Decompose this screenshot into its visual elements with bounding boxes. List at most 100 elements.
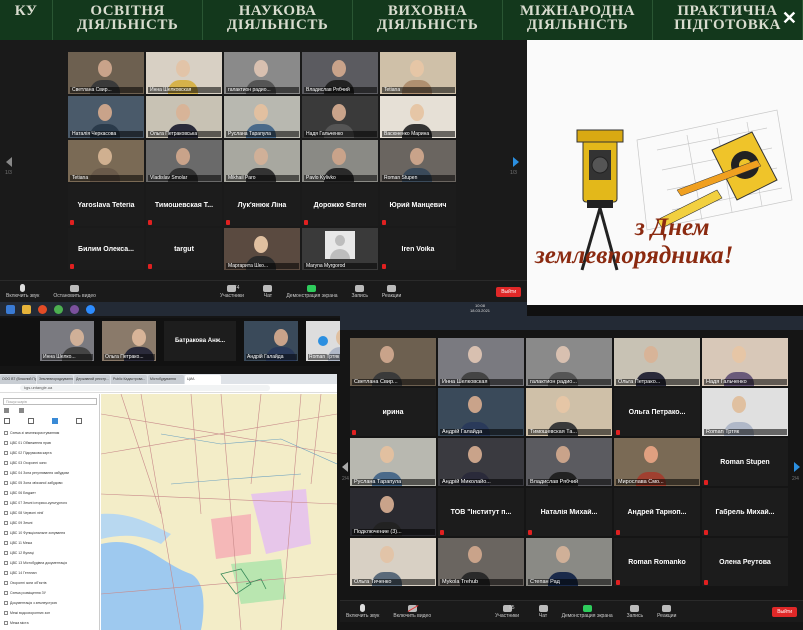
participant-tile[interactable]: ТОВ "Інститут п...	[438, 488, 524, 536]
cadastral-map[interactable]	[101, 394, 337, 630]
layer-checkbox[interactable]	[4, 491, 8, 496]
layer-checkbox[interactable]	[4, 571, 8, 576]
layer-item[interactable]: ЦВС 09 Землі	[4, 520, 96, 527]
participant-tile[interactable]: targut	[146, 228, 222, 270]
record-button[interactable]: Запись	[627, 604, 643, 619]
nav-item-0[interactable]: ку	[0, 0, 54, 40]
layer-item[interactable]: ЦВС 07 Землі історико-культурного	[4, 500, 96, 507]
layer-checkbox[interactable]	[4, 461, 8, 466]
participant-tile[interactable]: Маргарита Шко...	[224, 228, 300, 270]
layer-item[interactable]: Охоронні зони об'єктів	[4, 580, 96, 587]
participant-tile[interactable]: Габрель Михай...	[702, 488, 788, 536]
participant-tile[interactable]: Инна Шелко...	[40, 321, 94, 361]
participant-tile[interactable]: Roman Stupen	[702, 438, 788, 486]
tab-legend-icon[interactable]	[52, 418, 58, 424]
leave-meeting-button[interactable]: Выйти	[772, 606, 797, 617]
nav-item-practice[interactable]: Практична підготовка	[653, 0, 803, 40]
participant-tile[interactable]: Pavlo Kylivko	[302, 140, 378, 182]
participant-tile[interactable]: Vladislav Smolar	[146, 140, 222, 182]
participant-tile[interactable]: Мирослава Смо...	[614, 438, 700, 486]
layer-item[interactable]: ЦВС 10 Функціональне зонування	[4, 530, 96, 537]
video-button[interactable]: Включить видео	[393, 604, 431, 619]
participant-tile[interactable]: Mikhail Paro	[224, 140, 300, 182]
layer-item[interactable]: Межа міста	[4, 620, 96, 627]
layer-item[interactable]: ЦВС 01 Обмеження прав	[4, 440, 96, 447]
start-icon[interactable]	[6, 304, 15, 314]
share-screen-button[interactable]: Демонстрация экрана	[286, 284, 338, 299]
chat-button[interactable]: Чат	[538, 604, 548, 619]
strip-next-arrow-icon[interactable]	[318, 336, 328, 346]
participants-button[interactable]: Участники	[220, 284, 244, 299]
layer-checkbox[interactable]	[4, 451, 8, 456]
participant-tile[interactable]: Ольга Петрако...	[102, 321, 156, 361]
participant-tile[interactable]: Ольга Петрако...	[614, 338, 700, 386]
layer-item[interactable]: Схема розміщення ЗУ	[4, 590, 96, 597]
participant-tile[interactable]: Руслана Тарапула	[350, 438, 436, 486]
participant-tile[interactable]: Надя Гальченко	[302, 96, 378, 138]
participant-tile[interactable]: Васюненко Марина	[380, 96, 456, 138]
nav-item-upbringing[interactable]: Виховна діяльність	[353, 0, 504, 40]
layers-icon[interactable]	[19, 408, 24, 413]
participant-tile[interactable]: Roman Romanko	[614, 538, 700, 586]
layer-checkbox[interactable]	[4, 621, 8, 626]
browser-icon[interactable]	[38, 304, 47, 314]
participant-tile[interactable]: галактион радио...	[224, 52, 300, 94]
zoom-icon[interactable]	[86, 304, 95, 314]
participant-tile[interactable]: Степан Рад	[526, 538, 612, 586]
participant-tile[interactable]: Лук'янюк Ліна	[224, 184, 300, 226]
browser-tab[interactable]: Містобудування	[148, 375, 184, 384]
participant-tile[interactable]: галактион радио...	[526, 338, 612, 386]
previous-page-arrow-icon[interactable]	[6, 157, 12, 167]
layer-item[interactable]: Схема зі землекористуванням	[4, 430, 96, 437]
participant-tile[interactable]: Yaroslava Teteria	[68, 184, 144, 226]
next-page-arrow-icon[interactable]	[794, 462, 800, 472]
participant-tile[interactable]: Roman Тртяк	[702, 388, 788, 436]
participant-tile[interactable]: Mykola Trehub	[438, 538, 524, 586]
layer-item[interactable]: Межі водоохоронних зон	[4, 610, 96, 617]
participant-tile[interactable]: Tetiana	[380, 52, 456, 94]
layer-checkbox[interactable]	[4, 521, 8, 526]
leave-meeting-button[interactable]: Выйти	[496, 286, 521, 297]
participant-tile[interactable]: ирина	[350, 388, 436, 436]
layer-search-input[interactable]: Пошук шарів	[3, 398, 97, 405]
participant-tile[interactable]: Дорожко Євген	[302, 184, 378, 226]
participant-tile[interactable]: Владислав Рябчий	[302, 52, 378, 94]
url-field[interactable]: kgs.untangle.ua	[20, 385, 270, 391]
layer-checkbox[interactable]	[4, 601, 8, 606]
layer-item[interactable]: ЦВС 12 Вулиці	[4, 550, 96, 557]
participant-tile[interactable]: Roman Stupen	[380, 140, 456, 182]
browser-tab[interactable]: ООО ВТ (Власний Прос...	[0, 375, 36, 384]
participant-tile[interactable]: Подключение (3)...	[350, 488, 436, 536]
participant-tile[interactable]: Тимошевская Та...	[526, 388, 612, 436]
browser-tab[interactable]: Землевпорядкування...	[37, 375, 73, 384]
nav-item-education[interactable]: Освітня діяльність	[53, 0, 204, 40]
layer-checkbox[interactable]	[4, 581, 8, 586]
participant-tile[interactable]: Олена Реутова	[702, 538, 788, 586]
video-button[interactable]: Остановить видео	[53, 284, 96, 299]
participant-tile[interactable]: Билим Олекса...	[68, 228, 144, 270]
layer-item[interactable]: ЦВС 04 Зона регулювання забудови	[4, 470, 96, 477]
layer-checkbox[interactable]	[4, 591, 8, 596]
participant-tile[interactable]: Надя Гальченко	[702, 338, 788, 386]
unmute-button[interactable]: Включить звук	[6, 284, 39, 299]
participant-tile[interactable]: Iren Voika	[380, 228, 456, 270]
browser-tab[interactable]: ЦИА	[185, 375, 221, 384]
browser-tab[interactable]: Державний реєстр...	[74, 375, 110, 384]
participant-tile[interactable]: Владислав Рябчий	[526, 438, 612, 486]
browser-tab[interactable]: Public Кадастрова...	[111, 375, 147, 384]
layer-checkbox[interactable]	[4, 501, 8, 506]
layer-checkbox[interactable]	[4, 541, 8, 546]
nav-item-science[interactable]: Наукова діяльність	[203, 0, 354, 40]
layer-item[interactable]: Документація з землеустрою	[4, 600, 96, 607]
participant-tile[interactable]: Андрій Галайда	[244, 321, 298, 361]
participant-tile[interactable]: Андрій Миколайо...	[438, 438, 524, 486]
participant-tile[interactable]: Инна Шелковская	[438, 338, 524, 386]
folder-icon[interactable]	[22, 304, 31, 314]
record-button[interactable]: Запись	[352, 284, 368, 299]
layer-checkbox[interactable]	[4, 511, 8, 516]
participant-tile[interactable]: Андрей Тарноп...	[614, 488, 700, 536]
layer-item[interactable]: ЦВС 08 Червоні лінії	[4, 510, 96, 517]
layer-item[interactable]: ЦВС 11 Межа	[4, 540, 96, 547]
reactions-button[interactable]: Реакции	[657, 604, 676, 619]
layer-checkbox[interactable]	[4, 431, 8, 436]
